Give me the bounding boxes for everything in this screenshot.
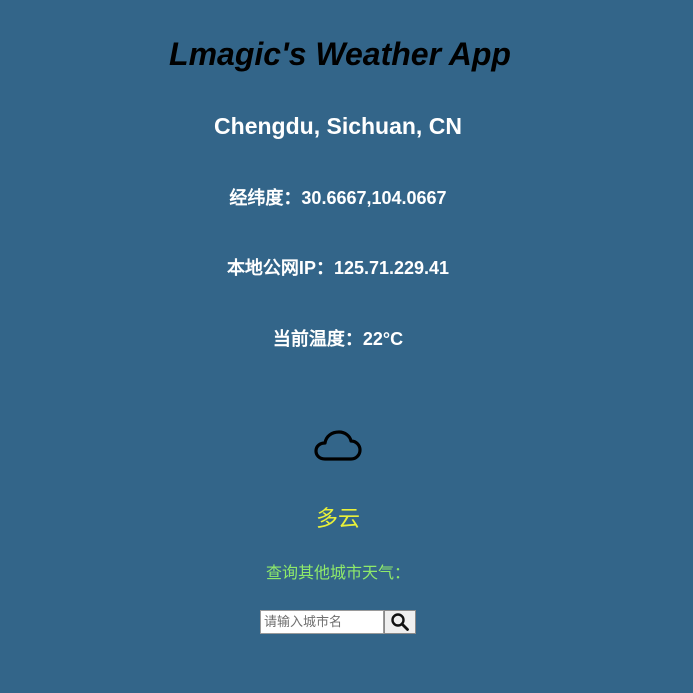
search-icon bbox=[391, 613, 409, 631]
city-search-form bbox=[260, 610, 416, 634]
search-prompt: 查询其他城市天气： bbox=[265, 565, 410, 582]
weather-condition: 多云 bbox=[315, 506, 360, 531]
public-ip-text: 本地公网IP：125.71.229.41 bbox=[226, 258, 450, 278]
location-name: Chengdu, Sichuan, CN bbox=[214, 113, 462, 139]
app-title: Lmagic's Weather App bbox=[169, 36, 511, 72]
city-search-input[interactable] bbox=[260, 610, 384, 634]
cloud-icon bbox=[314, 430, 362, 461]
search-button[interactable] bbox=[384, 610, 416, 634]
coordinates-text: 经纬度：30.6667,104.0667 bbox=[229, 188, 447, 208]
current-temperature: 当前温度：22°C bbox=[272, 329, 404, 349]
